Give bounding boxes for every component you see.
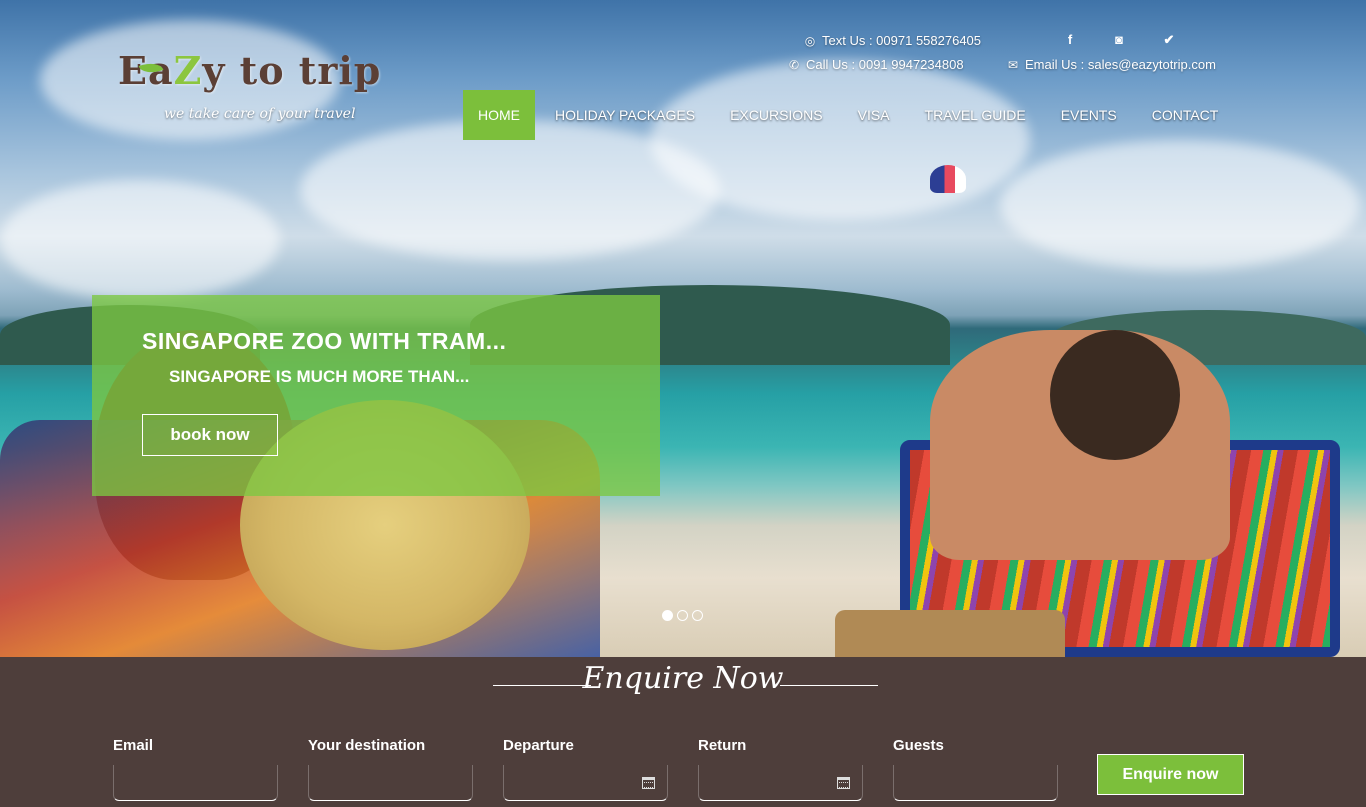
- call-us-label: Call Us : 0091 9947234808: [806, 57, 964, 72]
- slider-pagination: [662, 610, 703, 621]
- twitter-icon[interactable]: ✔: [1161, 32, 1177, 48]
- guests-field-group: Guests: [893, 737, 1058, 801]
- title-divider-right: [780, 685, 878, 686]
- nav-excursions[interactable]: EXCURSIONS: [715, 90, 838, 140]
- slide-title: SINGAPORE ZOO WITH TRAM...: [142, 328, 507, 354]
- facebook-icon[interactable]: f: [1062, 32, 1078, 47]
- nav-visa[interactable]: VISA: [843, 90, 905, 140]
- email-us-info[interactable]: ✉ Email Us : sales@eazytotrip.com: [1006, 57, 1216, 72]
- instagram-icon[interactable]: ◙: [1111, 32, 1127, 47]
- call-us-info[interactable]: ✆ Call Us : 0091 9947234808: [787, 57, 964, 72]
- main-nav: HOME HOLIDAY PACKAGES EXCURSIONS VISA TR…: [463, 90, 1238, 140]
- enquiry-title: Enquire Now: [582, 661, 784, 696]
- site-logo[interactable]: EaZy to trip we take care of your travel: [118, 48, 380, 133]
- slide-caption: SINGAPORE ZOO WITH TRAM... SINGAPORE IS …: [92, 295, 660, 496]
- slide-subtitle: SINGAPORE IS MUCH MORE THAN...: [169, 367, 470, 386]
- cloud: [650, 60, 1030, 220]
- slide-dot-1[interactable]: [662, 610, 673, 621]
- email-us-label: Email Us : sales@eazytotrip.com: [1025, 57, 1216, 72]
- email-label: Email: [113, 737, 154, 754]
- whatsapp-icon: ◎: [804, 33, 816, 48]
- guests-input[interactable]: [893, 765, 1058, 801]
- enquire-now-button[interactable]: Enquire now: [1097, 754, 1244, 795]
- nav-home[interactable]: HOME: [463, 90, 535, 140]
- departure-input[interactable]: [503, 765, 668, 801]
- text-us-label: Text Us : 00971 558276405: [822, 33, 982, 48]
- nav-holiday-packages[interactable]: HOLIDAY PACKAGES: [540, 90, 710, 140]
- departure-label: Departure: [503, 737, 574, 754]
- return-field-group: Return: [698, 737, 863, 801]
- enquiry-section: Enquire Now Email Your destination Depar…: [0, 657, 1366, 807]
- guests-label: Guests: [893, 737, 944, 754]
- envelope-icon: ✉: [1007, 57, 1019, 72]
- calendar-icon[interactable]: [642, 777, 655, 789]
- calendar-icon[interactable]: [837, 777, 850, 789]
- return-label: Return: [698, 737, 747, 754]
- return-input[interactable]: [698, 765, 863, 801]
- departure-field-group: Departure: [503, 737, 668, 801]
- destination-field-group: Your destination: [308, 737, 473, 801]
- nav-contact[interactable]: CONTACT: [1137, 90, 1234, 140]
- man-head: [1050, 330, 1180, 460]
- destination-input[interactable]: [308, 765, 473, 801]
- destination-label: Your destination: [308, 737, 426, 754]
- logo-tagline: we take care of your travel: [164, 106, 356, 122]
- phone-icon: ✆: [788, 57, 800, 72]
- text-us-info[interactable]: ◎ Text Us : 00971 558276405: [803, 33, 981, 48]
- cloud: [1000, 140, 1360, 270]
- nav-events[interactable]: EVENTS: [1046, 90, 1132, 140]
- book-now-button[interactable]: book now: [142, 414, 278, 456]
- slide-dot-2[interactable]: [677, 610, 688, 621]
- cloud: [0, 180, 280, 300]
- slide-dot-3[interactable]: [692, 610, 703, 621]
- nav-travel-guide[interactable]: TRAVEL GUIDE: [910, 90, 1041, 140]
- straw-basket: [835, 610, 1065, 657]
- parasail: [930, 165, 966, 193]
- email-input[interactable]: [113, 765, 278, 801]
- email-field-group: Email: [113, 737, 278, 801]
